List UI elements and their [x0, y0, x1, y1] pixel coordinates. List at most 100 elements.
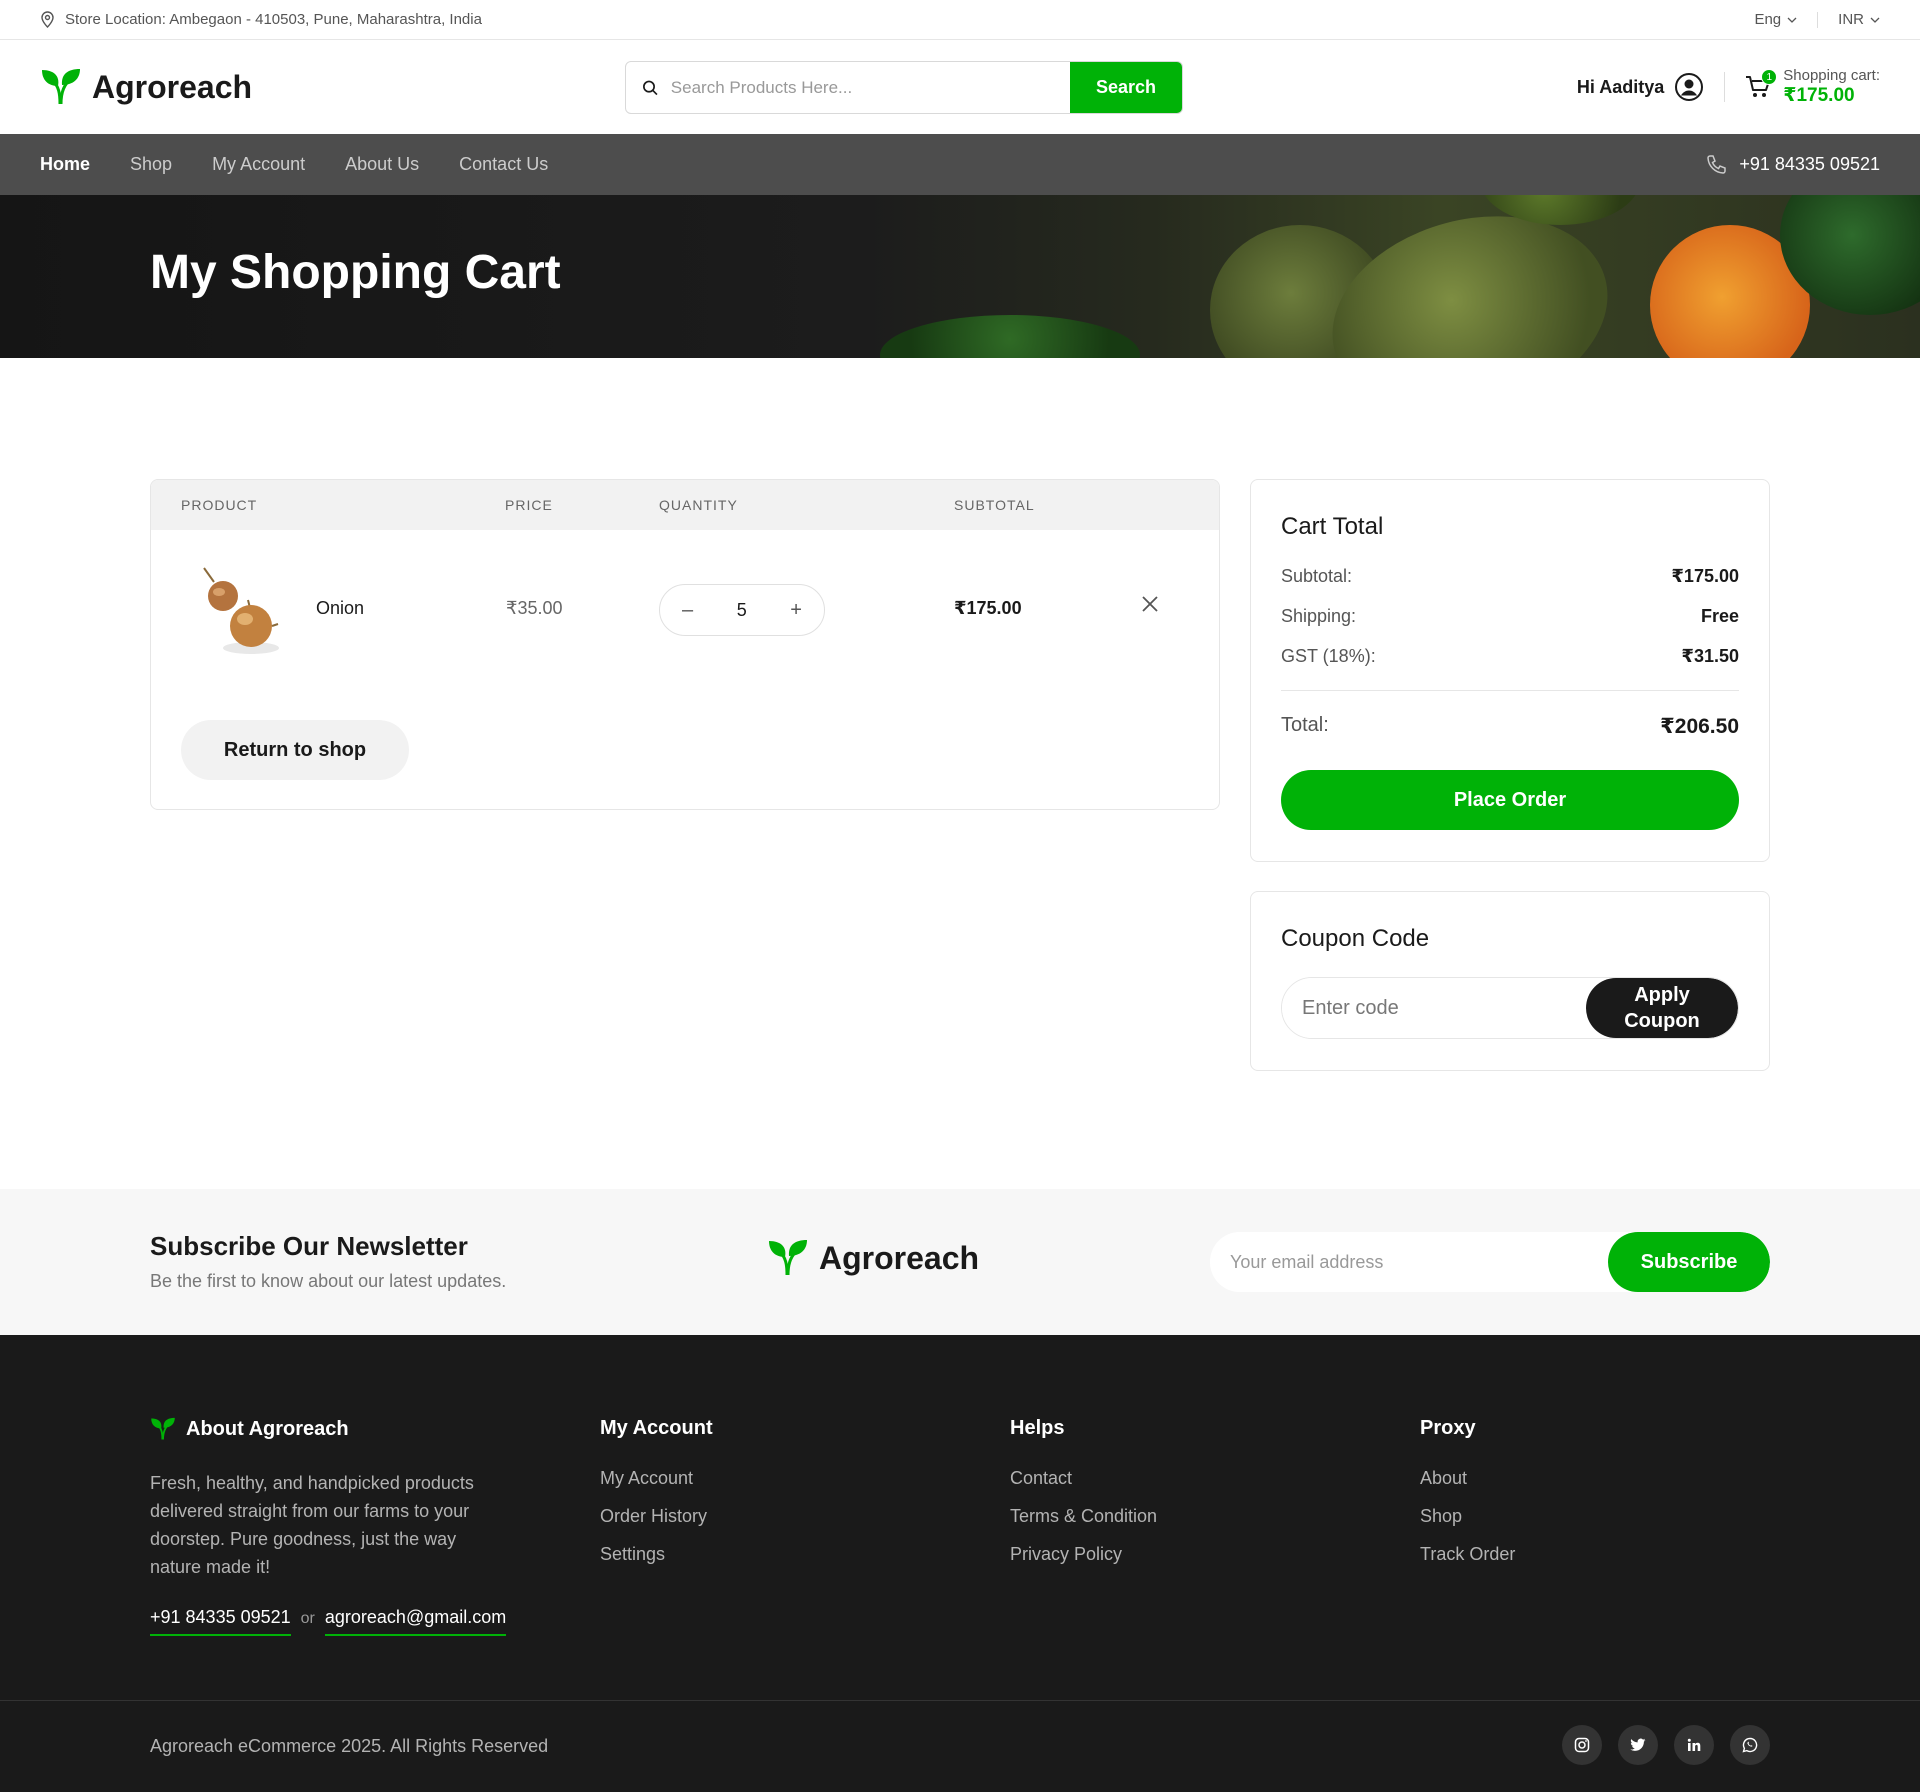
- apply-coupon-button[interactable]: Apply Coupon: [1586, 978, 1738, 1038]
- currency-select[interactable]: INR: [1838, 11, 1880, 28]
- remove-item-close-icon[interactable]: [1141, 595, 1159, 613]
- footer-column-title: Helps: [1010, 1417, 1065, 1439]
- table-header: PRODUCT PRICE QUANTITY SUBTOTAL: [151, 480, 1219, 530]
- leaf-logo-icon: [42, 69, 80, 105]
- shopping-cart[interactable]: 1 Shopping cart: ₹175.00: [1745, 67, 1880, 106]
- store-location: Store Location: Ambegaon - 410503, Pune,…: [40, 11, 482, 28]
- search-input[interactable]: [670, 77, 1070, 98]
- search-button[interactable]: Search: [1070, 62, 1182, 113]
- place-order-button[interactable]: Place Order: [1281, 770, 1739, 830]
- user-account[interactable]: Hi Aaditya: [1577, 72, 1704, 102]
- newsletter-email-input[interactable]: [1210, 1232, 1608, 1292]
- coupon-panel: Coupon Code Apply Coupon: [1250, 891, 1770, 1071]
- footer: About Agroreach Fresh, healthy, and hand…: [0, 1335, 1920, 1792]
- cart-count-badge: 1: [1761, 69, 1778, 85]
- newsletter-logo-text: Agroreach: [819, 1239, 980, 1276]
- top-bar: Store Location: Ambegaon - 410503, Pune,…: [0, 0, 1920, 40]
- footer-column-helps: Helps Contact Terms & Condition Privacy …: [1010, 1417, 1157, 1582]
- page-banner: My Shopping Cart: [0, 195, 1920, 358]
- cart-table: PRODUCT PRICE QUANTITY SUBTOTAL Onion ₹3…: [150, 479, 1220, 810]
- footer-about-heading: About Agroreach: [150, 1417, 510, 1441]
- column-header-subtotal: SUBTOTAL: [954, 497, 1035, 513]
- nav-item-home[interactable]: Home: [40, 154, 90, 175]
- column-header-product: PRODUCT: [181, 497, 258, 513]
- search-icon: [643, 80, 658, 95]
- footer-email-link[interactable]: agroreach@gmail.com: [324, 1607, 507, 1636]
- product-name[interactable]: Onion: [316, 598, 364, 619]
- chevron-down-icon: [1870, 17, 1880, 23]
- footer-link-order-history[interactable]: Order History: [600, 1506, 713, 1527]
- logo-text: Agroreach: [92, 68, 253, 105]
- nav-item-about-us[interactable]: About Us: [345, 154, 419, 175]
- footer-link-shop[interactable]: Shop: [1420, 1506, 1515, 1527]
- cart-amount: ₹175.00: [1783, 84, 1855, 106]
- footer-link-track-order[interactable]: Track Order: [1420, 1544, 1515, 1565]
- product-price: ₹35.00: [506, 598, 563, 618]
- main-nav: Home Shop My Account About Us Contact Us…: [0, 134, 1920, 195]
- footer-column-title: Proxy: [1420, 1417, 1476, 1439]
- coupon-form: Apply Coupon: [1281, 977, 1739, 1039]
- column-header-price: PRICE: [505, 497, 553, 513]
- newsletter-title: Subscribe Our Newsletter: [150, 1231, 468, 1261]
- divider: [1724, 72, 1726, 102]
- cart-total-title: Cart Total: [1281, 513, 1384, 540]
- footer-about-text: Fresh, healthy, and handpicked products …: [150, 1473, 474, 1577]
- currency-value: INR: [1838, 11, 1864, 28]
- quantity-value[interactable]: 5: [737, 600, 747, 621]
- nav-phone[interactable]: +91 84335 09521: [1705, 154, 1880, 176]
- coupon-code-input[interactable]: [1282, 978, 1586, 1038]
- footer-link-contact[interactable]: Contact: [1010, 1468, 1157, 1489]
- total-value: ₹206.50: [1660, 715, 1739, 738]
- subtotal-row: Subtotal: ₹175.00: [1281, 566, 1739, 587]
- subtotal-label: Subtotal:: [1281, 566, 1353, 586]
- twitter-icon[interactable]: [1618, 1725, 1658, 1765]
- gst-label: GST (18%):: [1281, 646, 1376, 666]
- chevron-down-icon: [1787, 17, 1797, 23]
- total-row: Total: ₹206.50: [1281, 714, 1739, 739]
- newsletter-logo[interactable]: Agroreach: [767, 1239, 979, 1277]
- user-icon: [1675, 73, 1704, 101]
- total-label: Total:: [1281, 714, 1329, 736]
- quantity-decrease-button[interactable]: –: [682, 599, 693, 622]
- footer-column-proxy: Proxy About Shop Track Order: [1420, 1417, 1515, 1582]
- language-value: Eng: [1754, 11, 1782, 28]
- leaf-logo-icon: [769, 1240, 807, 1276]
- phone-icon: [1707, 154, 1727, 174]
- logo[interactable]: Agroreach: [40, 68, 252, 106]
- social-links: [1562, 1725, 1770, 1765]
- table-row: Onion ₹35.00 – 5 + ₹175.00: [151, 530, 1219, 690]
- footer-link-about[interactable]: About: [1420, 1468, 1515, 1489]
- nav-item-shop[interactable]: Shop: [130, 154, 172, 175]
- newsletter-section: Subscribe Our Newsletter Be the first to…: [0, 1189, 1920, 1335]
- shipping-value: Free: [1700, 606, 1739, 626]
- product-subtotal: ₹175.00: [954, 598, 1022, 618]
- footer-column-my-account: My Account My Account Order History Sett…: [600, 1417, 713, 1582]
- nav-item-contact-us[interactable]: Contact Us: [459, 154, 548, 175]
- footer-link-terms[interactable]: Terms & Condition: [1010, 1506, 1157, 1527]
- column-header-quantity: QUANTITY: [659, 497, 738, 513]
- shipping-row: Shipping: Free: [1281, 606, 1739, 627]
- footer-link-settings[interactable]: Settings: [600, 1544, 713, 1565]
- store-location-text: Store Location: Ambegaon - 410503, Pune,…: [65, 11, 482, 28]
- divider: [0, 1700, 1920, 1701]
- quantity-stepper: – 5 +: [659, 584, 825, 636]
- return-to-shop-button[interactable]: Return to shop: [181, 720, 409, 780]
- footer-or-text: or: [300, 1610, 315, 1627]
- gst-value: ₹31.50: [1681, 646, 1739, 666]
- instagram-icon[interactable]: [1562, 1725, 1602, 1765]
- footer-about: About Agroreach Fresh, healthy, and hand…: [150, 1417, 510, 1581]
- map-pin-icon: [41, 11, 54, 28]
- nav-phone-number: +91 84335 09521: [1739, 154, 1880, 174]
- linkedin-icon[interactable]: [1674, 1725, 1714, 1765]
- footer-link-privacy[interactable]: Privacy Policy: [1010, 1544, 1157, 1565]
- subscribe-button[interactable]: Subscribe: [1608, 1232, 1770, 1292]
- newsletter-form: Subscribe: [1210, 1232, 1770, 1292]
- divider: [1817, 11, 1819, 28]
- quantity-increase-button[interactable]: +: [790, 599, 802, 622]
- whatsapp-icon[interactable]: [1730, 1725, 1770, 1765]
- footer-link-my-account[interactable]: My Account: [600, 1468, 713, 1489]
- footer-phone-link[interactable]: +91 84335 09521: [150, 1607, 291, 1636]
- language-select[interactable]: Eng: [1754, 11, 1797, 28]
- nav-item-my-account[interactable]: My Account: [212, 154, 305, 175]
- user-greeting: Hi Aaditya: [1576, 76, 1665, 97]
